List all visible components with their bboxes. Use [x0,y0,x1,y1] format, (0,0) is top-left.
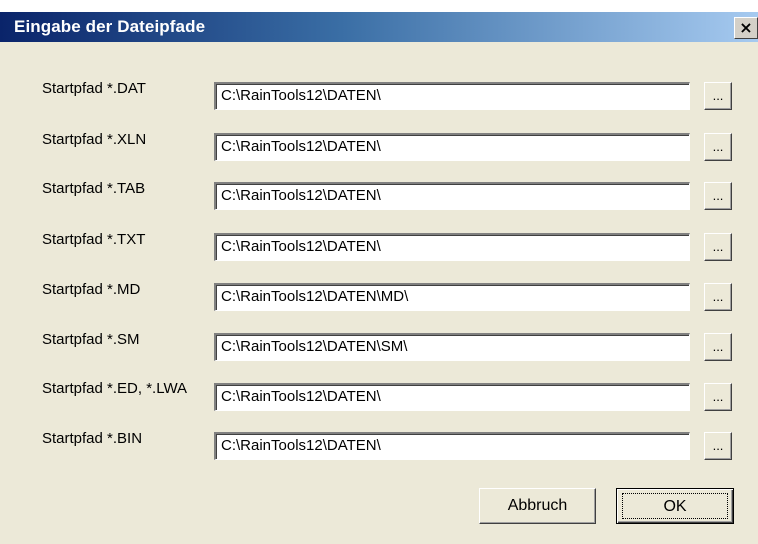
dialog-title: Eingabe der Dateipfade [14,17,206,36]
path-input-dat[interactable]: C:\RainTools12\DATEN\ [214,82,690,110]
browse-button-md[interactable]: ... [704,283,732,311]
label-ed-lwa: Startpfad *.ED, *.LWA [42,380,188,397]
browse-button-sm[interactable]: ... [704,333,732,361]
label-tab: Startpfad *.TAB [42,180,146,197]
path-input-tab[interactable]: C:\RainTools12\DATEN\ [214,182,690,210]
label-bin: Startpfad *.BIN [42,430,143,447]
label-txt: Startpfad *.TXT [42,231,146,248]
close-button[interactable]: × [734,17,758,39]
label-sm: Startpfad *.SM [42,331,140,348]
path-input-bin[interactable]: C:\RainTools12\DATEN\ [214,432,690,460]
cancel-button[interactable]: Abbruch [479,488,596,524]
browse-button-xln[interactable]: ... [704,133,732,161]
path-input-md[interactable]: C:\RainTools12\DATEN\MD\ [214,283,690,311]
path-input-sm[interactable]: C:\RainTools12\DATEN\SM\ [214,333,690,361]
label-md: Startpfad *.MD [42,281,141,298]
close-icon: × [739,18,753,37]
ok-button-label: OK [622,493,728,519]
ok-button[interactable]: OK [616,488,734,524]
browse-button-ed-lwa[interactable]: ... [704,383,732,411]
browse-button-bin[interactable]: ... [704,432,732,460]
browse-button-tab[interactable]: ... [704,182,732,210]
label-xln: Startpfad *.XLN [42,131,147,148]
title-bar[interactable]: Eingabe der Dateipfade × [0,12,758,42]
browse-button-txt[interactable]: ... [704,233,732,261]
label-dat: Startpfad *.DAT [42,80,146,97]
browse-button-dat[interactable]: ... [704,82,732,110]
path-input-txt[interactable]: C:\RainTools12\DATEN\ [214,233,690,261]
path-input-xln[interactable]: C:\RainTools12\DATEN\ [214,133,690,161]
dialog-window: Eingabe der Dateipfade × Startpfad *.DAT… [0,12,758,544]
path-input-ed-lwa[interactable]: C:\RainTools12\DATEN\ [214,383,690,411]
